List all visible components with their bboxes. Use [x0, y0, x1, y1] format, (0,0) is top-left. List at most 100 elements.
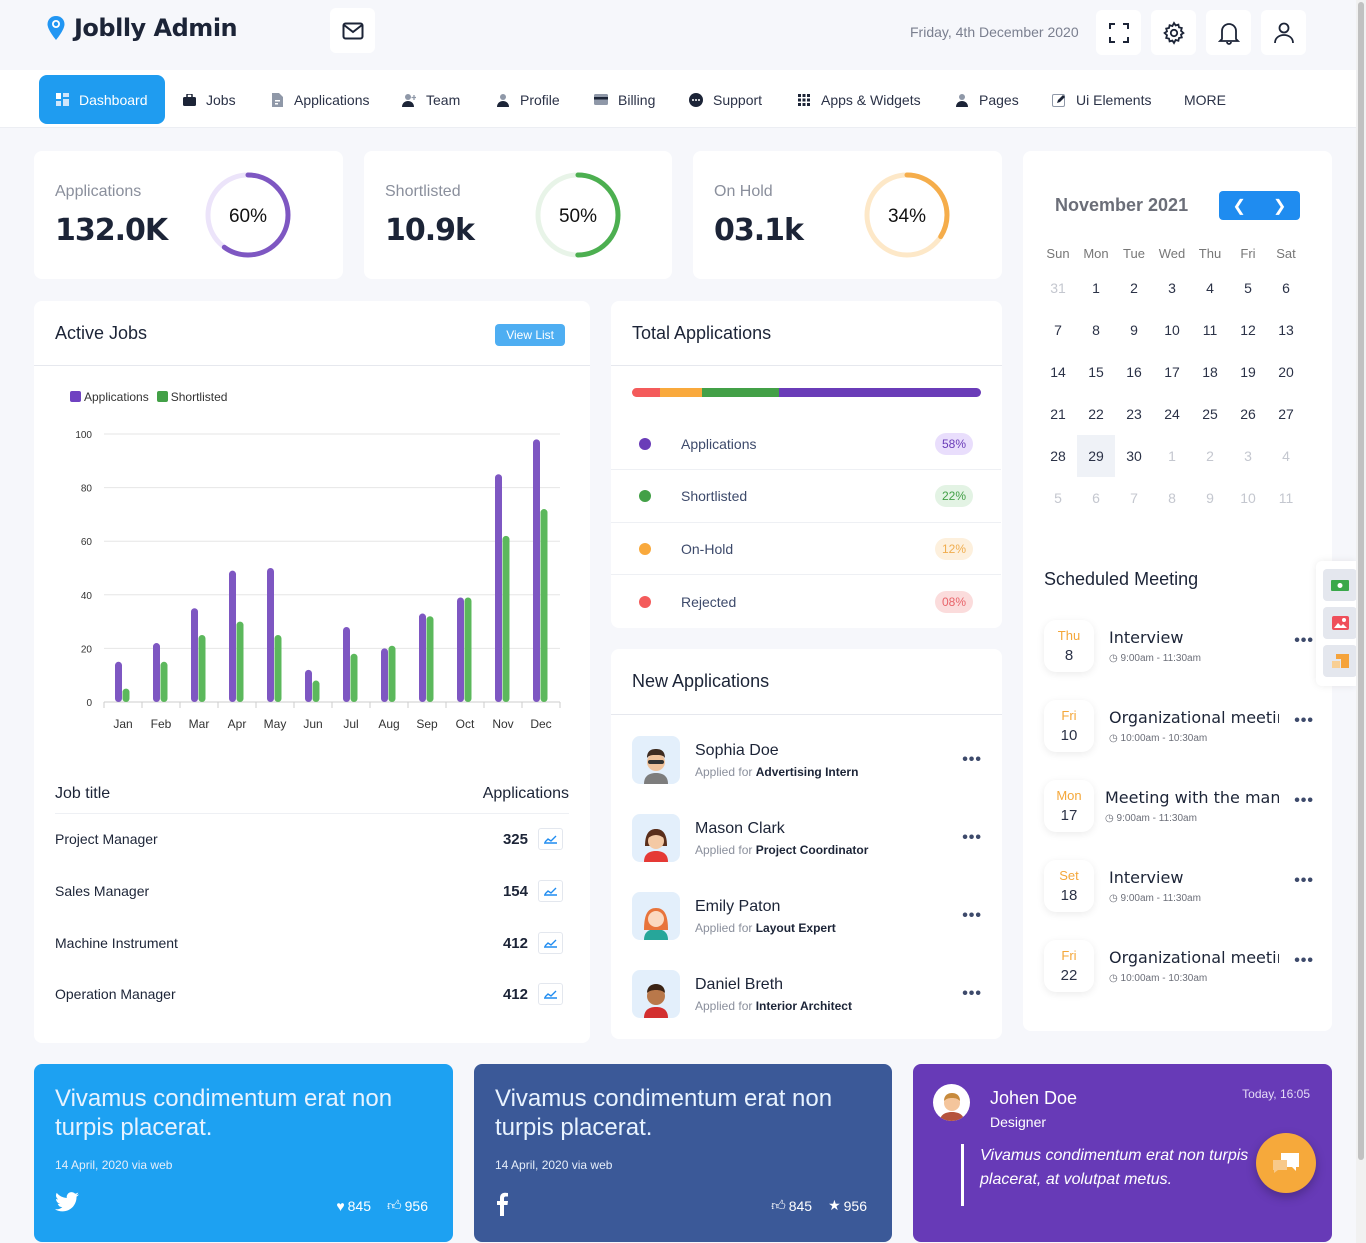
nav-apps-widgets[interactable]: Apps & Widgets	[781, 75, 937, 124]
bar-shortlisted-may[interactable]	[274, 635, 282, 702]
bar-applications-nov[interactable]	[495, 474, 502, 702]
legend-item[interactable]: Applications	[70, 390, 149, 404]
meeting-item[interactable]: Set 18 Interview ◷ 9:00am - 11:30am •••	[1044, 860, 1314, 912]
bar-applications-dec[interactable]	[533, 439, 540, 702]
calendar-day[interactable]: 5	[1229, 267, 1267, 309]
calendar-day[interactable]: 20	[1267, 351, 1305, 393]
calendar-day[interactable]: 12	[1229, 309, 1267, 351]
calendar-day[interactable]: 18	[1191, 351, 1229, 393]
chat-button[interactable]	[1256, 1133, 1316, 1193]
calendar-day[interactable]: 1	[1077, 267, 1115, 309]
more-options-icon[interactable]: •••	[962, 829, 982, 847]
calendar-day[interactable]: 10	[1153, 309, 1191, 351]
calendar-day[interactable]: 8	[1153, 477, 1191, 519]
trend-chart-button[interactable]	[538, 828, 563, 850]
calendar-day[interactable]: 7	[1115, 477, 1153, 519]
bar-shortlisted-nov[interactable]	[502, 535, 510, 702]
calendar-day[interactable]: 19	[1229, 351, 1267, 393]
calendar-day[interactable]: 4	[1191, 267, 1229, 309]
facebook-icon[interactable]	[495, 1192, 509, 1216]
fullscreen-button[interactable]	[1096, 10, 1141, 55]
calendar-day[interactable]: 22	[1077, 393, 1115, 435]
nav-billing[interactable]: Billing	[578, 75, 671, 124]
likes-stat[interactable]: 👍︎ 845	[771, 1197, 812, 1214]
calendar-day[interactable]: 16	[1115, 351, 1153, 393]
more-options-icon[interactable]: •••	[1294, 712, 1314, 730]
list-item[interactable]: Sophia Doe Applied for Advertising Intern…	[632, 736, 982, 784]
view-list-button[interactable]: View List	[495, 324, 565, 346]
bar-shortlisted-apr[interactable]	[236, 621, 244, 702]
user-button[interactable]	[1261, 10, 1306, 55]
more-options-icon[interactable]: •••	[1294, 872, 1314, 890]
nav-profile[interactable]: Profile	[480, 75, 576, 124]
more-options-icon[interactable]: •••	[962, 907, 982, 925]
calendar-day[interactable]: 15	[1077, 351, 1115, 393]
bar-shortlisted-jan[interactable]	[122, 688, 130, 702]
nav-jobs[interactable]: Jobs	[166, 75, 252, 124]
stars-stat[interactable]: ★ 956	[828, 1197, 867, 1214]
calendar-day[interactable]: 4	[1267, 435, 1305, 477]
list-item[interactable]: Daniel Breth Applied for Interior Archite…	[632, 970, 982, 1018]
bar-shortlisted-sep[interactable]	[426, 616, 434, 702]
meeting-item[interactable]: Thu 8 Interview ◷ 9:00am - 11:30am •••	[1044, 620, 1314, 672]
nav-dashboard[interactable]: Dashboard	[39, 75, 165, 124]
bar-shortlisted-oct[interactable]	[464, 597, 472, 702]
calendar-day[interactable]: 27	[1267, 393, 1305, 435]
calendar-day[interactable]: 28	[1039, 435, 1077, 477]
calendar-day[interactable]: 17	[1153, 351, 1191, 393]
calendar-day[interactable]: 9	[1115, 309, 1153, 351]
scrollbar-thumb[interactable]	[1358, 2, 1364, 1160]
bar-applications-aug[interactable]	[381, 648, 388, 702]
bar-applications-oct[interactable]	[457, 597, 464, 702]
calendar-day[interactable]: 30	[1115, 435, 1153, 477]
calendar-day[interactable]: 11	[1191, 309, 1229, 351]
calendar-day[interactable]: 21	[1039, 393, 1077, 435]
bar-applications-jul[interactable]	[343, 626, 350, 702]
calendar-day[interactable]: 11	[1267, 477, 1305, 519]
bar-shortlisted-dec[interactable]	[540, 509, 548, 702]
logo[interactable]: Joblly Admin	[46, 14, 238, 42]
trend-chart-button[interactable]	[538, 983, 563, 1005]
calendar-day[interactable]: 8	[1077, 309, 1115, 351]
scrollbar[interactable]	[1356, 0, 1366, 1243]
bar-shortlisted-feb[interactable]	[160, 661, 168, 702]
dock-button-money[interactable]	[1323, 569, 1357, 601]
likes-stat[interactable]: ♥ 845	[336, 1197, 371, 1214]
legend-item[interactable]: Shortlisted	[156, 390, 227, 404]
bar-shortlisted-mar[interactable]	[198, 635, 206, 702]
chevron-right-icon[interactable]: ❯	[1273, 196, 1286, 216]
calendar-day[interactable]: 25	[1191, 393, 1229, 435]
nav-ui-elements[interactable]: Ui Elements	[1036, 75, 1167, 124]
nav-more[interactable]: MORE	[1168, 75, 1242, 124]
nav-pages[interactable]: Pages	[939, 75, 1035, 124]
calendar-day[interactable]: 23	[1115, 393, 1153, 435]
chevron-left-icon[interactable]: ❮	[1233, 196, 1246, 216]
calendar-day[interactable]: 6	[1267, 267, 1305, 309]
calendar-day[interactable]: 10	[1229, 477, 1267, 519]
dock-button-layout[interactable]	[1323, 645, 1357, 677]
twitter-icon[interactable]	[55, 1192, 79, 1212]
bar-applications-feb[interactable]	[153, 643, 160, 702]
nav-applications[interactable]: Applications	[254, 75, 386, 124]
calendar-day[interactable]: 24	[1153, 393, 1191, 435]
dock-button-image[interactable]	[1323, 607, 1357, 639]
calendar-day[interactable]: 2	[1191, 435, 1229, 477]
more-options-icon[interactable]: •••	[1294, 632, 1314, 650]
calendar-day[interactable]: 2	[1115, 267, 1153, 309]
calendar-day[interactable]: 6	[1077, 477, 1115, 519]
bar-applications-apr[interactable]	[229, 570, 236, 702]
calendar-day[interactable]: 5	[1039, 477, 1077, 519]
bar-applications-may[interactable]	[267, 568, 274, 702]
meeting-item[interactable]: Fri 10 Organizational meeting ◷ 10:00am - 1…	[1044, 700, 1314, 752]
trend-chart-button[interactable]	[538, 880, 563, 902]
more-options-icon[interactable]: •••	[1294, 792, 1314, 810]
meeting-item[interactable]: Mon 17 Meeting with the manager ◷ 9:00am - …	[1044, 780, 1314, 832]
calendar-day[interactable]: 3	[1153, 267, 1191, 309]
notifications-button[interactable]	[1206, 10, 1251, 55]
nav-team[interactable]: Team	[386, 75, 476, 124]
bar-shortlisted-aug[interactable]	[388, 645, 396, 702]
list-item[interactable]: Emily Paton Applied for Layout Expert •••	[632, 892, 982, 940]
list-item[interactable]: Mason Clark Applied for Project Coordinat…	[632, 814, 982, 862]
more-options-icon[interactable]: •••	[962, 985, 982, 1003]
bar-shortlisted-jul[interactable]	[350, 653, 358, 702]
